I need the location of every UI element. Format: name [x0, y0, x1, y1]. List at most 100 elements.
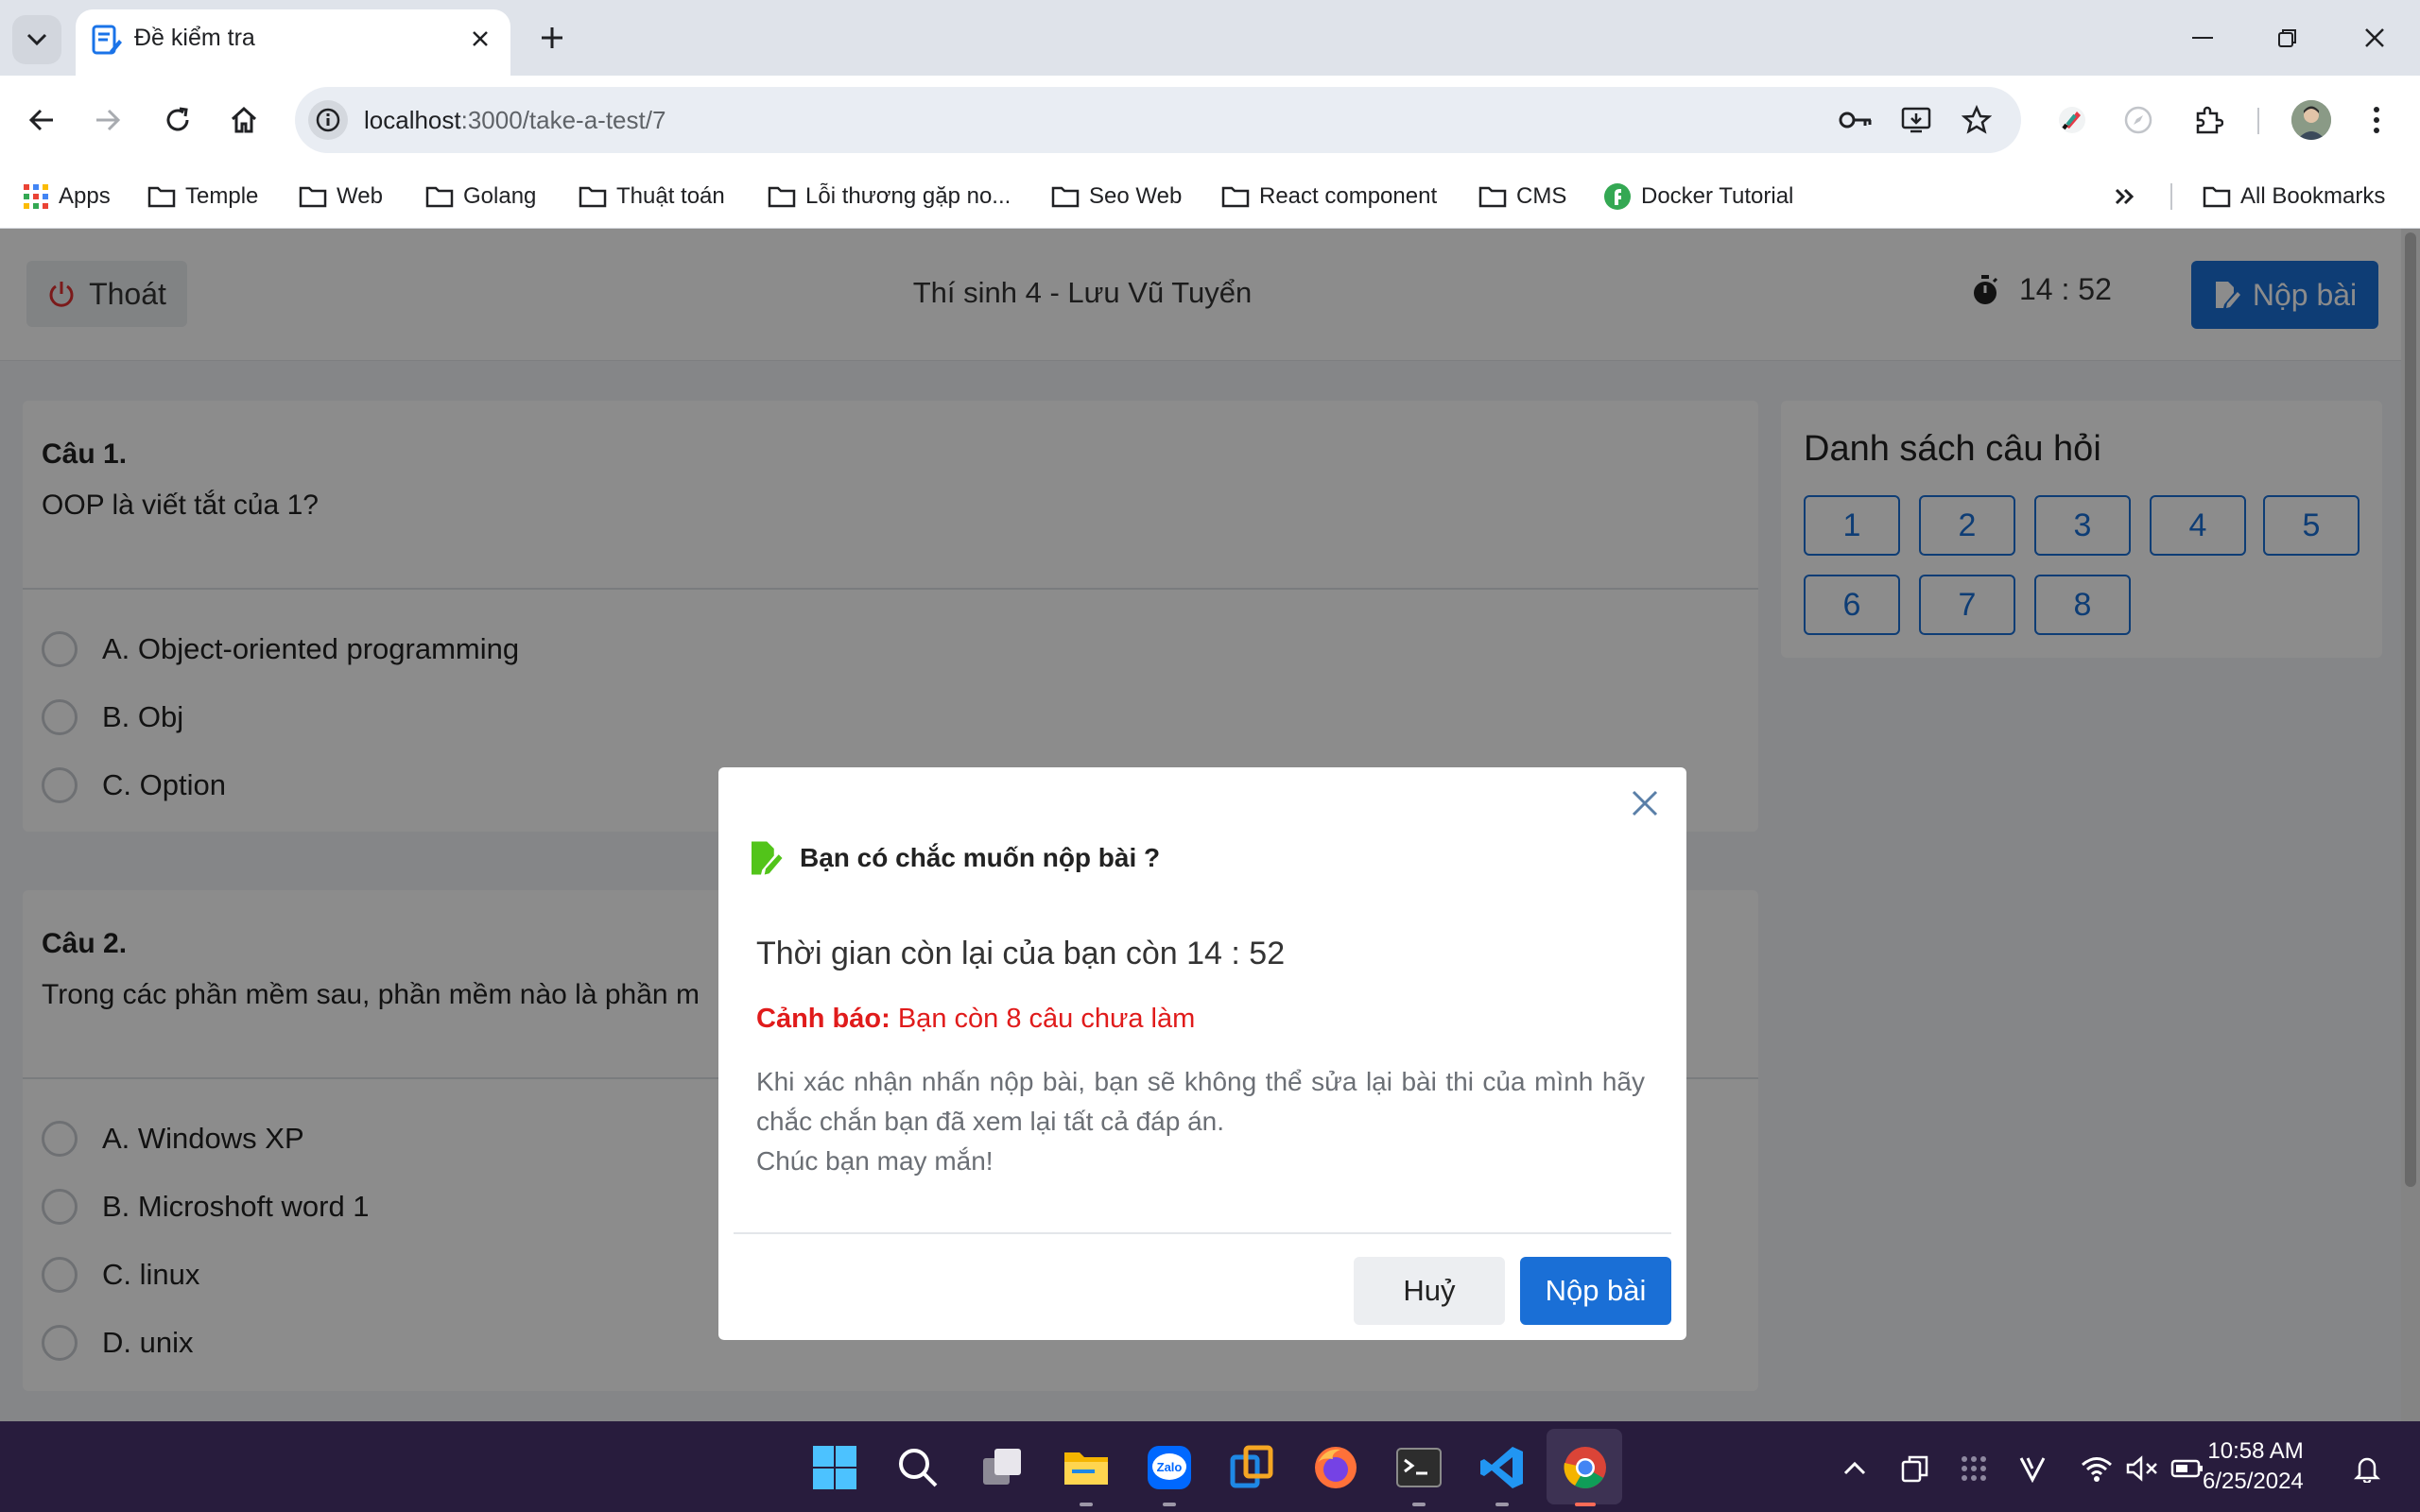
bookmark-folder-temple[interactable]: Temple — [147, 178, 258, 215]
address-bar[interactable]: localhost:3000/take-a-test/7 — [295, 87, 2021, 153]
bell-icon — [2354, 1457, 2380, 1483]
arrow-left-icon — [28, 109, 53, 131]
install-app-button[interactable] — [1896, 100, 1936, 140]
bookmark-apps[interactable]: Apps — [23, 178, 111, 215]
test-page-favicon-icon — [92, 25, 122, 55]
folder-icon — [1064, 1452, 1108, 1485]
plus-icon — [542, 27, 562, 48]
modal-close-button[interactable] — [1624, 782, 1666, 824]
bookmark-folder-web[interactable]: Web — [299, 178, 383, 215]
color-extension-icon — [2059, 107, 2085, 133]
cancel-button[interactable]: Huỷ — [1354, 1257, 1505, 1325]
bookmark-label: Apps — [59, 183, 111, 209]
taskbar-search-button[interactable] — [892, 1442, 943, 1493]
profile-avatar[interactable] — [2291, 100, 2331, 140]
file-explorer-button[interactable] — [1061, 1442, 1112, 1506]
volume-status[interactable] — [2123, 1450, 2161, 1487]
folder-icon — [147, 186, 176, 208]
forward-button[interactable] — [85, 97, 130, 143]
close-icon — [2365, 28, 2384, 47]
snipping-app-button[interactable] — [1227, 1442, 1278, 1493]
bookmark-folder-react-component[interactable]: React component — [1221, 178, 1437, 215]
reload-icon — [166, 107, 189, 131]
bookmark-label: Web — [337, 183, 383, 209]
chevron-up-icon — [1843, 1461, 1866, 1475]
dots-grid-icon — [1962, 1456, 1986, 1481]
close-icon — [473, 31, 488, 46]
tray-v-app[interactable] — [2014, 1450, 2051, 1487]
close-window-button[interactable] — [2346, 13, 2403, 62]
extensions-button[interactable] — [2186, 97, 2231, 143]
tab-close-button[interactable] — [463, 22, 497, 56]
all-bookmarks-label: All Bookmarks — [2240, 183, 2386, 209]
wifi-status[interactable] — [2078, 1450, 2116, 1487]
bookmark-folder-seo-web[interactable]: Seo Web — [1051, 178, 1182, 215]
extension-colorful-button[interactable] — [2049, 97, 2095, 143]
system-clock[interactable]: 10:58 AM 6/25/2024 — [2203, 1436, 2304, 1497]
bookmark-label: Golang — [463, 183, 537, 209]
browser-tab-active[interactable]: Đề kiểm tra — [76, 9, 510, 76]
bookmarks-bar: Apps Temple Web Golang Thuật toán Lỗi th… — [0, 164, 2420, 229]
battery-icon — [2170, 1459, 2203, 1478]
clock-date: 6/25/2024 — [2203, 1469, 2304, 1494]
bookmark-folder-cms[interactable]: CMS — [1478, 178, 1566, 215]
note-line-1: Khi xác nhận nhấn nộp bài, bạn sẽ không … — [756, 1067, 1645, 1136]
bookmarks-overflow-button[interactable] — [2114, 178, 2136, 215]
battery-status[interactable] — [2169, 1450, 2206, 1487]
bookmark-star-button[interactable] — [1957, 100, 1996, 140]
tab-search-button[interactable] — [12, 15, 61, 64]
tray-copy-app[interactable] — [1896, 1450, 1934, 1487]
bookmark-folder-loi-thuong-gap[interactable]: Lỗi thương gặp no... — [768, 178, 1011, 215]
v-logo-icon — [2019, 1457, 2046, 1483]
show-hidden-icons-button[interactable] — [1836, 1450, 1874, 1487]
apps-grid-icon — [24, 184, 48, 209]
bookmark-folder-golang[interactable]: Golang — [425, 178, 536, 215]
tray-grid-app[interactable] — [1955, 1450, 1993, 1487]
vscode-button[interactable] — [1477, 1442, 1528, 1506]
terminal-button[interactable] — [1393, 1442, 1444, 1506]
notifications-button[interactable] — [2348, 1450, 2386, 1487]
running-indicator — [1495, 1503, 1509, 1506]
bookmark-label: Docker Tutorial — [1641, 183, 1794, 209]
start-button[interactable] — [809, 1442, 860, 1493]
svg-text:Zalo: Zalo — [1157, 1460, 1183, 1474]
file-edit-icon — [752, 841, 783, 875]
firefox-button[interactable] — [1310, 1442, 1361, 1493]
home-icon — [231, 106, 257, 133]
folder-icon — [579, 186, 607, 208]
reload-button[interactable] — [155, 97, 200, 143]
vscode-icon — [1480, 1447, 1523, 1488]
task-view-button[interactable] — [977, 1442, 1028, 1493]
new-tab-button[interactable] — [531, 17, 573, 59]
extension-compass-button[interactable] — [2116, 97, 2161, 143]
restore-button[interactable] — [2259, 13, 2316, 62]
minimize-icon — [2192, 37, 2213, 39]
time-remaining-text: Thời gian còn lại của bạn còn 14 : 52 — [756, 936, 1286, 971]
back-button[interactable] — [19, 97, 64, 143]
bookmark-label: Thuật toán — [616, 183, 725, 209]
site-info-button[interactable] — [308, 100, 348, 140]
note-line-2: Chúc bạn may mắn! — [756, 1146, 994, 1176]
zalo-button[interactable]: Zalo — [1144, 1442, 1195, 1506]
bookmark-docker-tutorial[interactable]: Docker Tutorial — [1603, 178, 1793, 215]
folder-icon — [1478, 186, 1507, 208]
tab-title: Đề kiểm tra — [134, 25, 255, 51]
password-key-button[interactable] — [1836, 100, 1876, 140]
confirm-submit-button[interactable]: Nộp bài — [1520, 1257, 1671, 1325]
url-host: localhost — [364, 106, 461, 134]
minimize-button[interactable] — [2174, 13, 2231, 62]
running-indicator — [1163, 1503, 1176, 1506]
home-button[interactable] — [221, 97, 267, 143]
all-bookmarks-button[interactable]: All Bookmarks — [2203, 178, 2385, 215]
bookmark-folder-thuat-toan[interactable]: Thuật toán — [579, 178, 725, 215]
chrome-button[interactable] — [1560, 1442, 1611, 1506]
bookmark-label: Lỗi thương gặp no... — [805, 183, 1011, 209]
search-icon — [899, 1449, 938, 1487]
docker-tutorial-icon — [1604, 183, 1631, 210]
bookmark-label: Temple — [185, 183, 259, 209]
unanswered-warning: Cảnh báo: Bạn còn 8 câu chưa làm — [756, 1004, 1195, 1035]
chrome-menu-button[interactable] — [2354, 97, 2399, 143]
windows-logo-icon — [813, 1446, 856, 1489]
bookmark-label: CMS — [1516, 183, 1567, 209]
warning-label: Cảnh báo: — [756, 1004, 890, 1034]
